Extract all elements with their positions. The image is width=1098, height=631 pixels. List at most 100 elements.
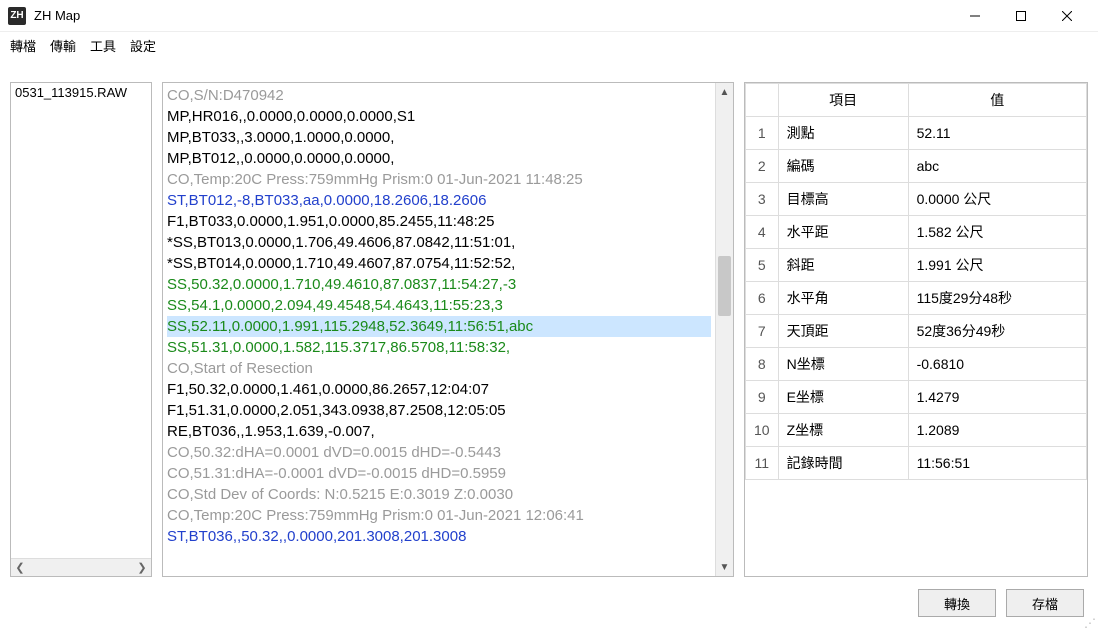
log-panel: CO,S/N:D470942MP,HR016,,0.0000,0.0000,0.… xyxy=(162,82,734,577)
log-line[interactable]: MP,BT012,,0.0000,0.0000,0.0000, xyxy=(167,148,711,169)
close-icon xyxy=(1062,11,1072,21)
log-line[interactable]: MP,HR016,,0.0000,0.0000,0.0000,S1 xyxy=(167,106,711,127)
log-line[interactable]: ST,BT036,,50.32,,0.0000,201.3008,201.300… xyxy=(167,526,711,547)
resize-grip[interactable]: ⋰ xyxy=(1084,617,1096,629)
log-line[interactable]: CO,Start of Resection xyxy=(167,358,711,379)
row-index: 3 xyxy=(746,183,779,216)
row-key: 目標高 xyxy=(778,183,908,216)
log-line[interactable]: RE,BT036,,1.953,1.639,-0.007, xyxy=(167,421,711,442)
button-row: 轉換 存檔 xyxy=(918,589,1084,617)
menu-transfer[interactable]: 傳輸 xyxy=(50,36,76,55)
menu-settings[interactable]: 設定 xyxy=(130,36,156,55)
row-index: 1 xyxy=(746,117,779,150)
log-line[interactable]: CO,Std Dev of Coords: N:0.5215 E:0.3019 … xyxy=(167,484,711,505)
app-icon: ZH xyxy=(8,7,26,25)
row-value: 1.582 公尺 xyxy=(908,216,1086,249)
details-panel: 項目 值 1測點52.112編碼abc3目標高0.0000 公尺4水平距1.58… xyxy=(744,82,1088,577)
table-row[interactable]: 9E坐標1.4279 xyxy=(746,381,1087,414)
table-row[interactable]: 1測點52.11 xyxy=(746,117,1087,150)
details-header-item: 項目 xyxy=(778,84,908,117)
row-index: 11 xyxy=(746,447,779,480)
table-row[interactable]: 8N坐標-0.6810 xyxy=(746,348,1087,381)
row-key: E坐標 xyxy=(778,381,908,414)
log-line[interactable]: F1,51.31,0.0000,2.051,343.0938,87.2508,1… xyxy=(167,400,711,421)
scroll-down-icon[interactable]: ▼ xyxy=(716,558,733,576)
row-index: 4 xyxy=(746,216,779,249)
log-line[interactable]: ST,BT012,-8,BT033,aa,0.0000,18.2606,18.2… xyxy=(167,190,711,211)
table-row[interactable]: 7天頂距52度36分49秒 xyxy=(746,315,1087,348)
window-controls xyxy=(952,0,1090,32)
details-header-value: 值 xyxy=(908,84,1086,117)
row-value: 1.991 公尺 xyxy=(908,249,1086,282)
file-item[interactable]: 0531_113915.RAW xyxy=(11,83,151,102)
titlebar: ZH ZH Map xyxy=(0,0,1098,32)
table-row[interactable]: 11記錄時間11:56:51 xyxy=(746,447,1087,480)
maximize-icon xyxy=(1016,11,1026,21)
menu-convert[interactable]: 轉檔 xyxy=(10,36,36,55)
row-key: 測點 xyxy=(778,117,908,150)
file-list-hscrollbar[interactable]: ❮ ❯ xyxy=(11,558,151,576)
row-value: 0.0000 公尺 xyxy=(908,183,1086,216)
log-line[interactable]: CO,Temp:20C Press:759mmHg Prism:0 01-Jun… xyxy=(167,505,711,526)
file-list[interactable]: 0531_113915.RAW xyxy=(11,83,151,558)
row-value: -0.6810 xyxy=(908,348,1086,381)
table-row[interactable]: 5斜距1.991 公尺 xyxy=(746,249,1087,282)
row-index: 8 xyxy=(746,348,779,381)
table-row[interactable]: 3目標高0.0000 公尺 xyxy=(746,183,1087,216)
details-table: 項目 值 1測點52.112編碼abc3目標高0.0000 公尺4水平距1.58… xyxy=(745,83,1087,480)
row-index: 9 xyxy=(746,381,779,414)
row-value: 52.11 xyxy=(908,117,1086,150)
row-key: 斜距 xyxy=(778,249,908,282)
row-value: 115度29分48秒 xyxy=(908,282,1086,315)
log-line[interactable]: *SS,BT013,0.0000,1.706,49.4606,87.0842,1… xyxy=(167,232,711,253)
log-line[interactable]: F1,50.32,0.0000,1.461,0.0000,86.2657,12:… xyxy=(167,379,711,400)
log-list[interactable]: CO,S/N:D470942MP,HR016,,0.0000,0.0000,0.… xyxy=(163,83,715,576)
log-line[interactable]: CO,50.32:dHA=0.0001 dVD=0.0015 dHD=-0.54… xyxy=(167,442,711,463)
table-row[interactable]: 2編碼abc xyxy=(746,150,1087,183)
content-area: 0531_113915.RAW ❮ ❯ CO,S/N:D470942MP,HR0… xyxy=(0,60,1098,581)
scroll-left-icon[interactable]: ❮ xyxy=(13,561,27,574)
row-index: 7 xyxy=(746,315,779,348)
row-key: 水平距 xyxy=(778,216,908,249)
row-index: 5 xyxy=(746,249,779,282)
log-line[interactable]: MP,BT033,,3.0000,1.0000,0.0000, xyxy=(167,127,711,148)
row-key: 天頂距 xyxy=(778,315,908,348)
log-line[interactable]: SS,54.1,0.0000,2.094,49.4548,54.4643,11:… xyxy=(167,295,711,316)
scroll-up-icon[interactable]: ▲ xyxy=(716,83,733,101)
save-button[interactable]: 存檔 xyxy=(1006,589,1084,617)
row-value: 1.2089 xyxy=(908,414,1086,447)
log-line[interactable]: *SS,BT014,0.0000,1.710,49.4607,87.0754,1… xyxy=(167,253,711,274)
log-vscrollbar[interactable]: ▲ ▼ xyxy=(715,83,733,576)
row-value: abc xyxy=(908,150,1086,183)
minimize-button[interactable] xyxy=(952,0,998,32)
row-value: 11:56:51 xyxy=(908,447,1086,480)
log-line[interactable]: SS,50.32,0.0000,1.710,49.4610,87.0837,11… xyxy=(167,274,711,295)
row-value: 1.4279 xyxy=(908,381,1086,414)
maximize-button[interactable] xyxy=(998,0,1044,32)
table-row[interactable]: 6水平角115度29分48秒 xyxy=(746,282,1087,315)
log-line[interactable]: CO,S/N:D470942 xyxy=(167,85,711,106)
convert-button[interactable]: 轉換 xyxy=(918,589,996,617)
row-key: 水平角 xyxy=(778,282,908,315)
log-line[interactable]: SS,51.31,0.0000,1.582,115.3717,86.5708,1… xyxy=(167,337,711,358)
log-line[interactable]: SS,52.11,0.0000,1.991,115.2948,52.3649,1… xyxy=(167,316,711,337)
scrollbar-thumb[interactable] xyxy=(718,256,731,316)
row-index: 6 xyxy=(746,282,779,315)
scroll-right-icon[interactable]: ❯ xyxy=(135,561,149,574)
row-index: 2 xyxy=(746,150,779,183)
window-title: ZH Map xyxy=(34,8,80,23)
minimize-icon xyxy=(970,11,980,21)
row-index: 10 xyxy=(746,414,779,447)
table-row[interactable]: 4水平距1.582 公尺 xyxy=(746,216,1087,249)
log-line[interactable]: CO,Temp:20C Press:759mmHg Prism:0 01-Jun… xyxy=(167,169,711,190)
menu-tools[interactable]: 工具 xyxy=(90,36,116,55)
table-row[interactable]: 10Z坐標1.2089 xyxy=(746,414,1087,447)
row-key: Z坐標 xyxy=(778,414,908,447)
log-line[interactable]: CO,51.31:dHA=-0.0001 dVD=-0.0015 dHD=0.5… xyxy=(167,463,711,484)
close-button[interactable] xyxy=(1044,0,1090,32)
row-key: N坐標 xyxy=(778,348,908,381)
details-header-index xyxy=(746,84,779,117)
file-list-panel: 0531_113915.RAW ❮ ❯ xyxy=(10,82,152,577)
log-line[interactable]: F1,BT033,0.0000,1.951,0.0000,85.2455,11:… xyxy=(167,211,711,232)
row-key: 記錄時間 xyxy=(778,447,908,480)
